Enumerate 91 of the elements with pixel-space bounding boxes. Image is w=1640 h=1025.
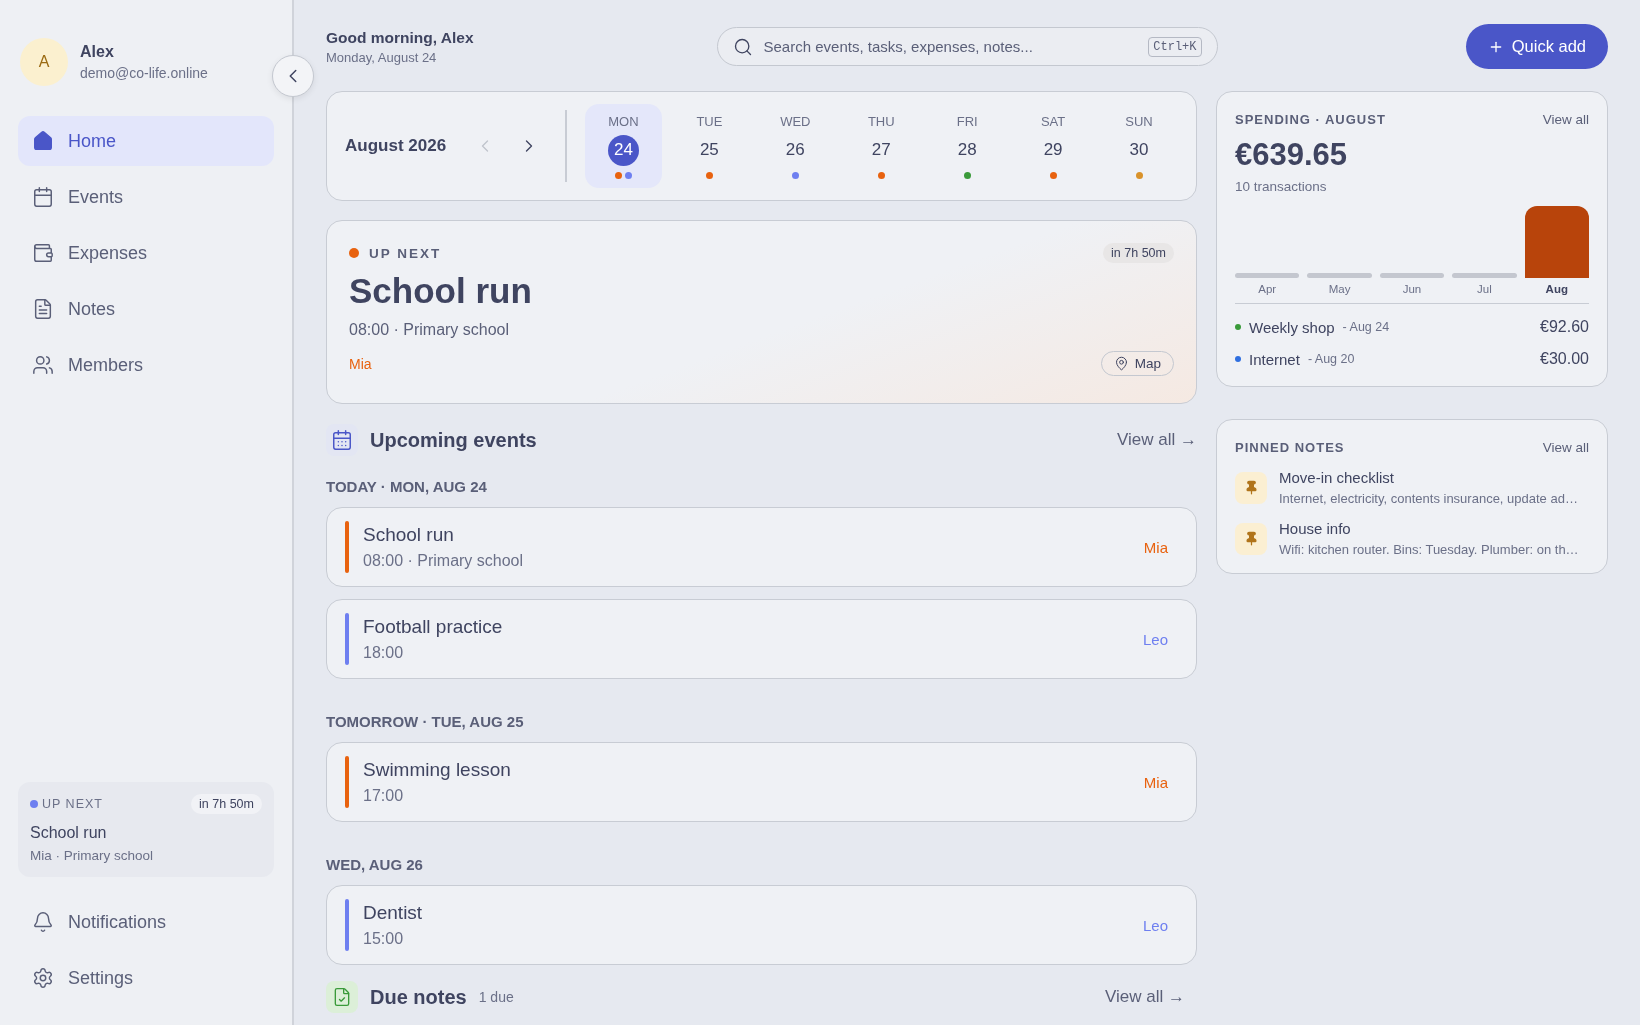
date-text: Monday, August 24 xyxy=(326,49,438,65)
calendar-icon xyxy=(32,186,54,208)
spending-total: €639.65 xyxy=(1235,137,1349,173)
status-dot xyxy=(30,800,38,808)
event-title: Football practice xyxy=(363,616,504,638)
nav-item[interactable]: Notes xyxy=(18,284,274,334)
card-title: PINNED NOTES xyxy=(1235,440,1345,455)
quick-add-button[interactable]: Quick add xyxy=(1465,24,1608,69)
transaction-date: - Aug 20 xyxy=(1307,352,1356,366)
event-detail: 08:00 · Primary school xyxy=(363,552,525,570)
bell-icon xyxy=(32,911,54,933)
day-tab[interactable]: FRI 28 xyxy=(928,104,1007,188)
day-tab[interactable]: WED 26 xyxy=(756,104,835,188)
event-detail: 08:00 · Primary school xyxy=(349,321,511,339)
event-card[interactable]: Swimming lesson 17:00 Mia xyxy=(326,742,1197,822)
home-icon xyxy=(32,130,54,152)
month-label: August 2026 xyxy=(345,136,448,156)
due-count: 1 due xyxy=(478,989,514,1005)
event-title: School run xyxy=(363,524,455,546)
month-label: Jun xyxy=(1401,283,1423,295)
event-title: Swimming lesson xyxy=(363,759,512,781)
member-name: Leo xyxy=(1142,916,1168,934)
event-card[interactable]: Football practice 18:00 Leo xyxy=(326,599,1197,679)
member-name: Leo xyxy=(1142,630,1168,648)
note-icon xyxy=(326,981,358,1013)
view-all-link[interactable]: View all → xyxy=(1105,987,1185,1007)
pin-icon xyxy=(1235,522,1267,555)
settings-icon xyxy=(32,967,54,989)
section-title: Upcoming events xyxy=(370,428,537,452)
day-tab[interactable]: THU 27 xyxy=(842,104,921,188)
day-heading: TOMORROW · TUE, AUG 25 xyxy=(326,713,525,730)
greeting: Good morning, Alex xyxy=(326,28,475,47)
event-detail: 17:00 xyxy=(363,787,405,805)
note-preview: Wifi: kitchen router. Bins: Tuesday. Plumber: on th… xyxy=(1279,542,1579,557)
transaction-name: Internet xyxy=(1249,350,1300,368)
card-title: SPENDING · AUGUST xyxy=(1235,112,1386,127)
event-title: School run xyxy=(349,271,533,311)
day-tab[interactable]: SAT 29 xyxy=(1014,104,1093,188)
nav-item[interactable]: Members xyxy=(18,340,274,390)
day-tab[interactable]: TUE 25 xyxy=(670,104,749,188)
month-label: Jul xyxy=(1476,283,1493,295)
month-label: May xyxy=(1327,283,1352,295)
user-email: demo@co-life.online xyxy=(80,65,208,81)
transaction-amount: €30.00 xyxy=(1540,350,1589,368)
people-icon xyxy=(32,354,54,376)
nav-item[interactable]: Home xyxy=(18,116,274,166)
avatar: A xyxy=(20,38,68,86)
note-title[interactable]: Move-in checklist xyxy=(1279,469,1578,486)
event-card[interactable]: Dentist 15:00 Leo xyxy=(326,885,1197,965)
day-heading: TODAY · MON, AUG 24 xyxy=(326,478,488,495)
search-icon xyxy=(732,37,753,57)
user-name: Alex xyxy=(80,43,115,61)
up-next-card[interactable]: UP NEXT in 7h 50m School run Mia · Primary school xyxy=(18,782,274,877)
day-heading: WED, AUG 26 xyxy=(326,856,424,873)
nav-item[interactable]: Events xyxy=(18,172,274,222)
note-title[interactable]: House info xyxy=(1279,520,1579,537)
map-pin-icon xyxy=(1113,356,1129,371)
countdown: in 7h 50m xyxy=(1103,243,1174,263)
section-title: Due notes xyxy=(370,985,467,1009)
view-all-link[interactable]: View all → xyxy=(1117,430,1197,450)
event-card[interactable]: School run 08:00 · Primary school Mia xyxy=(326,507,1197,587)
member-name: Mia xyxy=(1143,773,1168,791)
nav-item[interactable]: Settings xyxy=(18,953,274,1003)
month-label: Apr xyxy=(1257,283,1278,295)
up-next-label: UP NEXT xyxy=(369,245,442,261)
transaction-name: Weekly shop xyxy=(1249,318,1335,336)
countdown: in 7h 50m xyxy=(191,794,262,814)
transaction-date: - Aug 24 xyxy=(1342,320,1391,334)
event-detail: Mia · Primary school xyxy=(30,848,155,863)
day-tab[interactable]: SUN 30 xyxy=(1100,104,1178,188)
document-icon xyxy=(32,298,54,320)
view-all-link[interactable]: View all xyxy=(1542,440,1589,455)
event-detail: 18:00 xyxy=(363,644,405,662)
transaction-amount: €92.60 xyxy=(1540,318,1589,336)
event-title: School run xyxy=(30,824,108,842)
member-name: Mia xyxy=(1143,538,1168,556)
event-title: Dentist xyxy=(363,902,424,924)
collapse-button[interactable] xyxy=(272,55,314,97)
transaction-count: 10 transactions xyxy=(1235,179,1328,194)
view-all-link[interactable]: View all xyxy=(1542,112,1589,127)
shortcut-hint: Ctrl+K xyxy=(1148,37,1202,57)
month-label: Aug xyxy=(1544,283,1569,295)
day-tab[interactable]: MON 24 xyxy=(584,104,663,188)
pin-icon xyxy=(1235,471,1267,504)
nav-item[interactable]: Notifications xyxy=(18,897,274,947)
event-detail: 15:00 xyxy=(363,930,405,948)
nav-item[interactable]: Expenses xyxy=(18,228,274,278)
note-preview: Internet, electricity, contents insurance, update ad… xyxy=(1279,491,1578,506)
wallet-icon xyxy=(32,242,54,264)
member-name: Mia xyxy=(349,355,372,372)
up-next-label: UP NEXT xyxy=(42,797,103,811)
